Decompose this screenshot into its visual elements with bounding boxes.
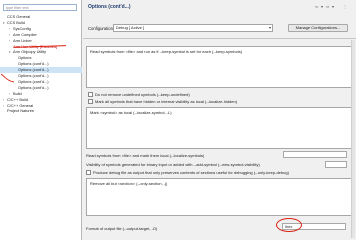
new-symbol-visibility-label: Visibility of symbols generated for bina…: [86, 162, 260, 167]
tree-item-label: C/C++ General: [7, 102, 34, 108]
annotation-arrow: [0, 73, 15, 83]
keep-undefined-label: Do not remove undefined symbols (--keep-…: [95, 92, 190, 97]
tree-item-label: Project Natures: [7, 108, 34, 114]
only-keep-debug-checkbox[interactable]: [86, 170, 91, 175]
chevron-down-icon: ▾: [268, 25, 271, 30]
divider: [83, 38, 356, 39]
more-menu-icon[interactable]: ⋮: [343, 4, 347, 9]
only-keep-debug-label: Produce debug file as output that only p…: [93, 170, 289, 175]
configuration-label: Configuration:: [88, 26, 115, 31]
options-panel: Options (cont'd...) ⇦ ▾ ⇨ ▾ ⋮ Configurat…: [83, 0, 356, 240]
tree-item-label: Arm Objcopy Utility: [13, 49, 47, 55]
localize-symbols-input[interactable]: [283, 151, 347, 158]
only-section-list[interactable]: Remove all but <section> (--only-section…: [86, 178, 352, 216]
tree-item-label: C/C++ Build: [7, 96, 28, 102]
localize-symbols-label: Read symbols from <file> and mark them l…: [86, 153, 205, 158]
configuration-value: Debug [ Active ]: [116, 25, 145, 30]
forward-menu-icon[interactable]: ▾: [332, 4, 334, 9]
manage-configurations-button[interactable]: Manage Configurations...: [288, 24, 348, 32]
forward-icon[interactable]: ⇨: [326, 4, 329, 9]
only-section-label: Remove all but <section> (--only-section…: [90, 180, 168, 186]
keep-symbols-label: Read symbols from <file> and run as if -…: [90, 48, 243, 54]
tree-item-label: Options (cont'd...): [18, 84, 49, 90]
scrollbar[interactable]: [351, 40, 355, 238]
annotation-circle: [276, 218, 302, 232]
tree-item-label: Options (cont'd...): [18, 73, 49, 78]
localize-symbol-label: Mark <symbol> as local (--localize-symbo…: [90, 109, 172, 115]
tree-item-label: Options (cont'd...): [18, 61, 49, 67]
keep-symbols-list[interactable]: Read symbols from <file> and run as if -…: [86, 46, 352, 88]
new-symbol-visibility-input[interactable]: [325, 161, 347, 168]
tree-item-label: Options (cont'd...): [18, 67, 49, 73]
output-target-label: Format of output file (--output-target, …: [86, 226, 158, 231]
tree-item-label: Arm Linker: [13, 37, 32, 43]
tree-item[interactable]: Project Natures: [3, 108, 34, 114]
tree-item-label: Build: [13, 90, 22, 96]
localize-symbol-list[interactable]: Mark <symbol> as local (--localize-symbo…: [86, 107, 352, 149]
keep-undefined-checkbox[interactable]: [88, 92, 93, 97]
tree-item-label: CCS General: [7, 14, 31, 19]
back-icon[interactable]: ⇦: [315, 4, 318, 9]
tree-item-label: CCS Build: [7, 19, 25, 25]
configuration-select[interactable]: Debug [ Active ] ▾: [113, 24, 273, 32]
page-title: Options (cont'd...): [88, 4, 131, 10]
localize-hidden-label: Mark all symbols that have hidden or int…: [95, 99, 238, 104]
filter-input[interactable]: type filter text: [3, 4, 77, 11]
tree-item-label: Options: [18, 55, 32, 61]
localize-hidden-checkbox[interactable]: [88, 99, 93, 104]
preferences-tree-panel: type filter text CCS General ▾ CCS Build › S…: [0, 0, 82, 240]
tree-item-label: SysConfig: [13, 25, 31, 31]
back-menu-icon[interactable]: ▾: [321, 4, 323, 9]
tree-item-label: Arm Compiler: [13, 31, 37, 37]
tree-item-label: Options (cont'd...): [18, 78, 49, 84]
